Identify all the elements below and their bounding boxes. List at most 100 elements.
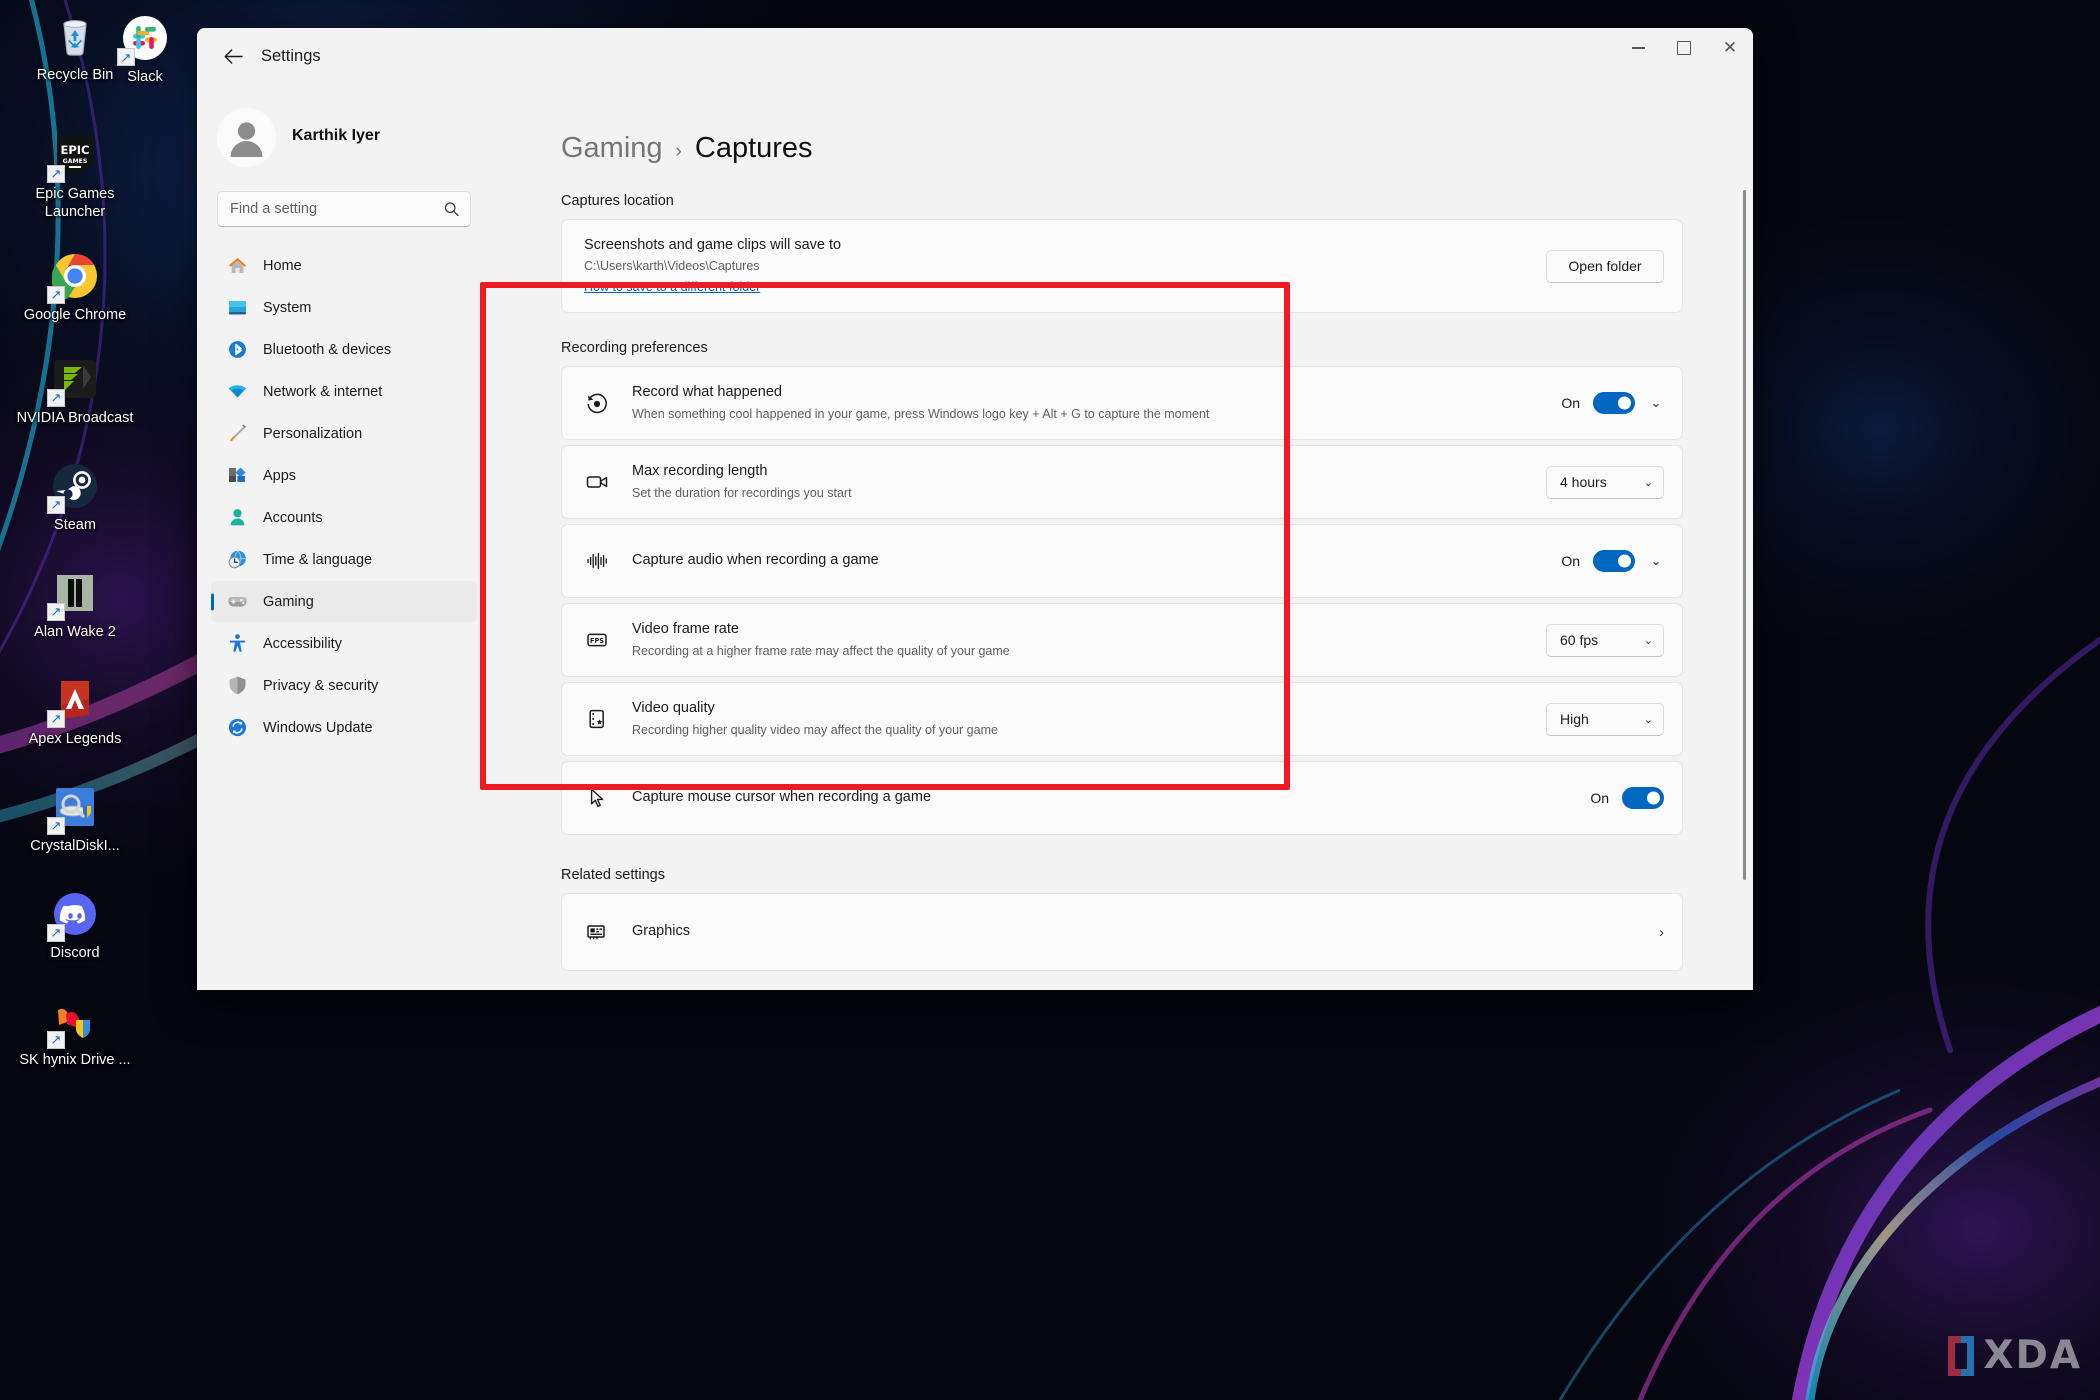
crystaldiskinfo-icon: ↗ xyxy=(47,781,101,835)
setting-row-record-what-happened[interactable]: Record what happened When something cool… xyxy=(561,366,1683,440)
toggle-state-label: On xyxy=(1590,790,1609,806)
setting-title: Video frame rate xyxy=(632,621,739,638)
how-to-save-link[interactable]: How to save to a different folder xyxy=(584,280,760,294)
back-arrow-icon xyxy=(224,48,243,64)
sidebar-item-accessibility[interactable]: Accessibility xyxy=(211,623,477,664)
shortcut-arrow-icon: ↗ xyxy=(47,388,65,407)
desktop-icon-google-chrome[interactable]: ↗ Google Chrome xyxy=(0,244,150,325)
section-title-related-settings: Related settings xyxy=(561,867,665,883)
record-what-happened-toggle[interactable] xyxy=(1593,392,1635,414)
fps-icon: FPS xyxy=(584,627,610,653)
setting-row-capture-mouse-cursor[interactable]: Capture mouse cursor when recording a ga… xyxy=(561,761,1683,835)
graphics-card-icon xyxy=(584,919,610,945)
setting-text: Video frame rate Recording at a higher f… xyxy=(632,620,1546,659)
sidebar-item-label: System xyxy=(263,299,312,316)
desktop-icon-nvidia-broadcast[interactable]: ↗ NVIDIA Broadcast xyxy=(0,347,150,428)
related-setting-row-graphics[interactable]: Graphics › xyxy=(561,893,1683,971)
account-name: Karthik Iyer xyxy=(292,127,381,144)
chevron-down-icon: ⌄ xyxy=(1643,634,1653,647)
sidebar-nav: Home System Bluetooth & devices Network … xyxy=(211,245,477,748)
chrome-icon: ↗ xyxy=(47,250,101,304)
chevron-right-icon: › xyxy=(1659,923,1664,941)
setting-text: Record what happened When something cool… xyxy=(632,383,1561,422)
setting-text: Max recording length Set the duration fo… xyxy=(632,462,1546,501)
search-box[interactable] xyxy=(217,191,471,227)
apex-legends-icon: ↗ xyxy=(47,674,101,728)
sidebar-item-personalization[interactable]: Personalization xyxy=(211,413,477,454)
sidebar-item-network-internet[interactable]: Network & internet xyxy=(211,371,477,412)
desktop-icon-apex-legends[interactable]: ↗ Apex Legends xyxy=(0,668,150,749)
desktop-icon-alan-wake-2[interactable]: ↗ Alan Wake 2 xyxy=(0,561,150,642)
desktop: Recycle Bin ↗ Slack EPIC GAMES ↗ Epic Ga… xyxy=(0,0,2100,1400)
capture-mouse-cursor-toggle[interactable] xyxy=(1622,787,1664,809)
captures-location-path: C:\Users\karth\Videos\Captures xyxy=(584,259,760,274)
capture-audio-toggle[interactable] xyxy=(1593,550,1635,572)
audio-waveform-icon xyxy=(584,548,610,574)
desktop-icon-epic-games-launcher[interactable]: EPIC GAMES ↗ Epic Games Launcher xyxy=(0,123,150,222)
sidebar-item-privacy-security[interactable]: Privacy & security xyxy=(211,665,477,706)
nvidia-broadcast-icon: ↗ xyxy=(47,353,101,407)
setting-control: On xyxy=(1590,787,1664,809)
chevron-down-icon[interactable]: ⌄ xyxy=(1648,553,1664,569)
desktop-icon-sk-hynix-drive[interactable]: ↗ SK hynix Drive ... xyxy=(0,989,150,1070)
close-button[interactable]: ✕ xyxy=(1707,28,1753,68)
video-frame-rate-dropdown[interactable]: 60 fps ⌄ xyxy=(1546,623,1664,657)
sidebar-item-time-language[interactable]: Time & language xyxy=(211,539,477,580)
xda-wordmark: XDA xyxy=(1983,1333,2082,1378)
minimize-button[interactable] xyxy=(1615,28,1661,68)
desktop-icon-label: Epic Games Launcher xyxy=(35,185,115,220)
sidebar-item-bluetooth-devices[interactable]: Bluetooth & devices xyxy=(211,329,477,370)
sidebar: Karthik Iyer Find a setting Home System … xyxy=(197,84,491,990)
maximize-button[interactable] xyxy=(1661,28,1707,68)
desktop-icon-label: Discord xyxy=(50,944,100,961)
shortcut-arrow-icon: ↗ xyxy=(47,602,65,621)
setting-title: Graphics xyxy=(632,923,691,940)
desktop-icon-steam[interactable]: ↗ Steam xyxy=(0,454,150,535)
scrollbar-thumb[interactable] xyxy=(1743,190,1746,880)
setting-row-video-frame-rate[interactable]: FPS Video frame rate Recording at a high… xyxy=(561,603,1683,677)
sidebar-item-apps[interactable]: Apps xyxy=(211,455,477,496)
setting-text: Video quality Recording higher quality v… xyxy=(632,699,1546,738)
record-history-icon xyxy=(584,390,610,416)
account-row[interactable]: Karthik Iyer xyxy=(211,94,477,177)
sidebar-item-system[interactable]: System xyxy=(211,287,477,328)
setting-row-video-quality[interactable]: Video quality Recording higher quality v… xyxy=(561,682,1683,756)
section-title-recording-preferences: Recording preferences xyxy=(561,340,708,356)
back-button[interactable] xyxy=(211,38,255,74)
dropdown-value: High xyxy=(1560,711,1589,727)
discord-icon: ↗ xyxy=(47,888,101,942)
sidebar-item-gaming[interactable]: Gaming xyxy=(211,581,477,622)
shortcut-arrow-icon: ↗ xyxy=(47,923,65,942)
setting-title: Record what happened xyxy=(632,384,782,401)
sidebar-item-home[interactable]: Home xyxy=(211,245,477,286)
sidebar-item-windows-update[interactable]: Windows Update xyxy=(211,707,477,748)
search-input[interactable] xyxy=(218,192,470,226)
open-folder-button[interactable]: Open folder xyxy=(1546,249,1664,283)
desktop-icon-crystaldiskinfo[interactable]: ↗ CrystalDiskI... xyxy=(0,775,150,856)
desktop-icon-label: Apex Legends xyxy=(28,730,122,747)
video-quality-dropdown[interactable]: High ⌄ xyxy=(1546,702,1664,736)
sidebar-item-label: Network & internet xyxy=(263,383,383,400)
setting-row-max-recording-length[interactable]: Max recording length Set the duration fo… xyxy=(561,445,1683,519)
breadcrumb-separator: › xyxy=(675,141,682,162)
desktop-icon-discord[interactable]: ↗ Discord xyxy=(0,882,150,963)
accessibility-icon xyxy=(226,633,248,655)
bluetooth-icon xyxy=(226,339,248,361)
accounts-icon xyxy=(226,507,248,529)
chevron-down-icon: ⌄ xyxy=(1643,476,1653,489)
max-recording-length-dropdown[interactable]: 4 hours ⌄ xyxy=(1546,465,1664,499)
breadcrumb-parent[interactable]: Gaming xyxy=(561,132,663,165)
shield-icon xyxy=(226,675,248,697)
chevron-down-icon: ⌄ xyxy=(1643,713,1653,726)
setting-control: On ⌄ xyxy=(1561,550,1664,572)
dropdown-value: 4 hours xyxy=(1560,474,1607,490)
search-icon xyxy=(444,202,459,217)
desktop-icon-label: CrystalDiskI... xyxy=(30,837,120,854)
sidebar-item-accounts[interactable]: Accounts xyxy=(211,497,477,538)
desktop-icon-label: Alan Wake 2 xyxy=(34,623,116,640)
shortcut-arrow-icon: ↗ xyxy=(47,164,65,183)
setting-row-capture-audio[interactable]: Capture audio when recording a game On ⌄ xyxy=(561,524,1683,598)
content-scrollbar[interactable] xyxy=(1743,102,1746,978)
window-controls: ✕ xyxy=(1615,28,1753,68)
chevron-down-icon[interactable]: ⌄ xyxy=(1648,395,1664,411)
